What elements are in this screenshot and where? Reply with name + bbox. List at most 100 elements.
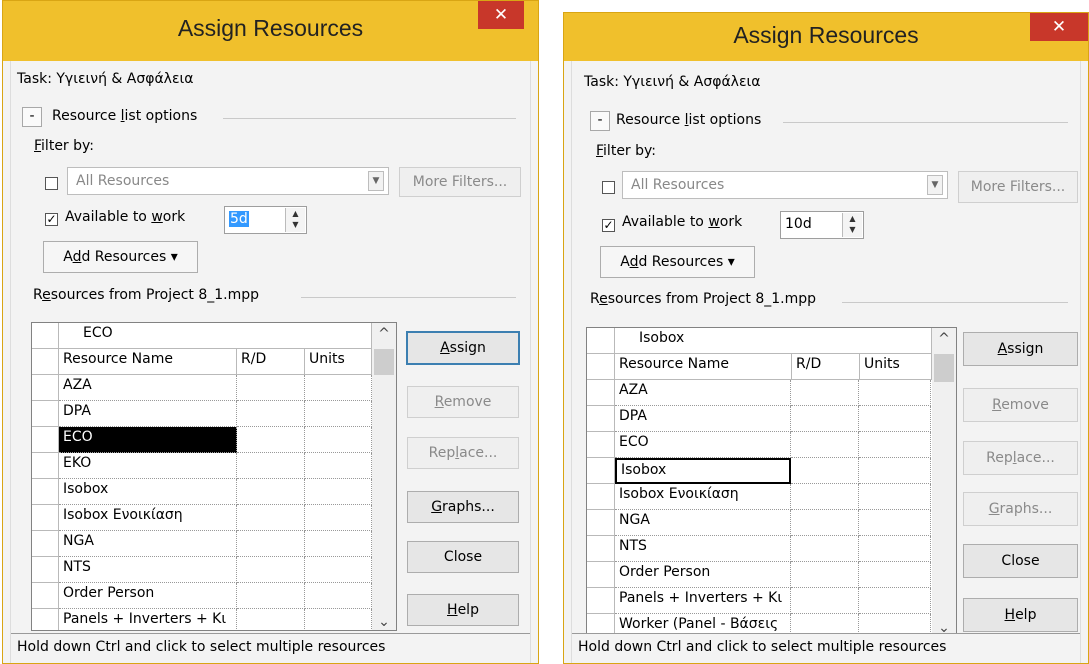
- resource-name-cell[interactable]: AZA: [615, 380, 791, 406]
- column-rd[interactable]: R/D: [792, 354, 860, 380]
- collapse-options-button[interactable]: -: [22, 107, 42, 127]
- row-selector[interactable]: [32, 375, 59, 401]
- rd-cell[interactable]: [791, 406, 859, 432]
- available-to-work-checkbox[interactable]: ✓: [45, 213, 58, 226]
- resource-name-cell[interactable]: DPA: [59, 401, 237, 427]
- rd-cell[interactable]: [237, 583, 305, 609]
- units-cell[interactable]: [859, 562, 931, 588]
- row-selector[interactable]: [32, 453, 59, 479]
- resource-name-cell[interactable]: ECO: [615, 432, 791, 458]
- spinner-arrows-icon[interactable]: ▲ ▼: [842, 213, 862, 237]
- rd-cell[interactable]: [237, 453, 305, 479]
- row-selector[interactable]: [587, 562, 615, 588]
- remove-button[interactable]: Remove: [963, 388, 1078, 422]
- units-cell[interactable]: [859, 484, 931, 510]
- units-cell[interactable]: [305, 531, 372, 557]
- row-selector[interactable]: [32, 609, 59, 630]
- rd-cell[interactable]: [791, 510, 859, 536]
- resource-name-cell[interactable]: NTS: [59, 557, 237, 583]
- rd-cell[interactable]: [791, 458, 859, 484]
- resource-name-cell[interactable]: Isobox Ενοικίαση: [59, 505, 237, 531]
- row-selector[interactable]: [587, 536, 615, 562]
- close-button[interactable]: Close: [963, 544, 1078, 578]
- column-resource-name[interactable]: Resource Name: [59, 349, 237, 375]
- available-duration-value[interactable]: 10d: [785, 216, 812, 232]
- row-selector[interactable]: [587, 380, 615, 406]
- units-cell[interactable]: [859, 432, 931, 458]
- row-selector[interactable]: [32, 401, 59, 427]
- available-duration-spinner[interactable]: 5d ▲ ▼: [224, 206, 307, 234]
- rd-cell[interactable]: [237, 401, 305, 427]
- scroll-up-icon[interactable]: ^: [932, 331, 956, 347]
- close-icon[interactable]: ✕: [1030, 13, 1088, 41]
- grid-edit-field[interactable]: Isobox: [615, 328, 932, 354]
- row-selector[interactable]: [587, 588, 615, 614]
- remove-button[interactable]: Remove: [407, 386, 519, 418]
- rd-cell[interactable]: [237, 427, 305, 453]
- resource-name-cell[interactable]: Panels + Inverters + Κι: [59, 609, 237, 630]
- resource-name-cell[interactable]: Isobox Ενοικίαση: [615, 484, 791, 510]
- graphs-button[interactable]: Graphs...: [407, 491, 519, 523]
- row-selector[interactable]: [587, 432, 615, 458]
- resource-name-cell[interactable]: NGA: [615, 510, 791, 536]
- available-to-work-checkbox[interactable]: ✓: [602, 219, 615, 232]
- replace-button[interactable]: Replace...: [407, 437, 519, 469]
- collapse-options-button[interactable]: -: [590, 111, 610, 131]
- units-cell[interactable]: [305, 479, 372, 505]
- units-cell[interactable]: [859, 510, 931, 536]
- rd-cell[interactable]: [237, 531, 305, 557]
- units-cell[interactable]: [859, 458, 931, 484]
- resource-name-cell[interactable]: DPA: [615, 406, 791, 432]
- rd-cell[interactable]: [791, 562, 859, 588]
- resource-name-cell[interactable]: NGA: [59, 531, 237, 557]
- graphs-button[interactable]: Graphs...: [963, 492, 1078, 526]
- row-selector[interactable]: [32, 531, 59, 557]
- rd-cell[interactable]: [237, 557, 305, 583]
- title-bar[interactable]: Assign Resources ✕: [3, 1, 538, 61]
- units-cell[interactable]: [859, 380, 931, 406]
- rd-cell[interactable]: [791, 380, 859, 406]
- more-filters-button[interactable]: More Filters...: [399, 167, 521, 197]
- units-cell[interactable]: [305, 427, 372, 453]
- rd-cell[interactable]: [237, 609, 305, 630]
- units-cell[interactable]: [859, 406, 931, 432]
- help-button[interactable]: Help: [963, 598, 1078, 632]
- help-button[interactable]: Help: [407, 594, 519, 626]
- add-resources-button[interactable]: Add Resources ▾: [600, 246, 755, 278]
- scroll-up-icon[interactable]: ^: [372, 326, 396, 342]
- grid-edit-field[interactable]: ECO: [59, 323, 372, 349]
- available-duration-spinner[interactable]: 10d ▲ ▼: [780, 211, 864, 239]
- resource-name-cell[interactable]: EKO: [59, 453, 237, 479]
- row-selector[interactable]: [587, 406, 615, 432]
- resource-name-cell[interactable]: NTS: [615, 536, 791, 562]
- close-button[interactable]: Close: [407, 541, 519, 573]
- scrollbar-thumb[interactable]: [374, 349, 394, 375]
- units-cell[interactable]: [859, 536, 931, 562]
- resource-grid[interactable]: Isobox Resource Name R/D Units AZA DPA ECO…: [586, 327, 957, 637]
- assign-button[interactable]: Assign: [963, 332, 1078, 366]
- row-selector[interactable]: [32, 479, 59, 505]
- filter-combo[interactable]: All Resources ▼: [622, 171, 948, 199]
- more-filters-button[interactable]: More Filters...: [958, 171, 1078, 203]
- units-cell[interactable]: [305, 375, 372, 401]
- chevron-down-icon[interactable]: ▼: [368, 171, 384, 191]
- row-selector[interactable]: [587, 458, 615, 484]
- units-cell[interactable]: [305, 453, 372, 479]
- units-cell[interactable]: [305, 401, 372, 427]
- column-units[interactable]: Units: [860, 354, 932, 380]
- resource-name-cell[interactable]: Order Person: [615, 562, 791, 588]
- row-selector[interactable]: [587, 510, 615, 536]
- resource-grid[interactable]: ECO Resource Name R/D Units AZA DPA ECO EKO…: [31, 322, 397, 631]
- row-selector[interactable]: [587, 484, 615, 510]
- rd-cell[interactable]: [791, 588, 859, 614]
- rd-cell[interactable]: [791, 432, 859, 458]
- close-icon[interactable]: ✕: [478, 1, 524, 29]
- chevron-down-icon[interactable]: ▼: [927, 175, 943, 195]
- rd-cell[interactable]: [237, 505, 305, 531]
- filter-checkbox[interactable]: [45, 177, 58, 190]
- assign-button[interactable]: Assign: [406, 331, 520, 365]
- rd-cell[interactable]: [237, 375, 305, 401]
- row-selector[interactable]: [32, 505, 59, 531]
- available-duration-value[interactable]: 5d: [229, 211, 249, 227]
- filter-checkbox[interactable]: [602, 181, 615, 194]
